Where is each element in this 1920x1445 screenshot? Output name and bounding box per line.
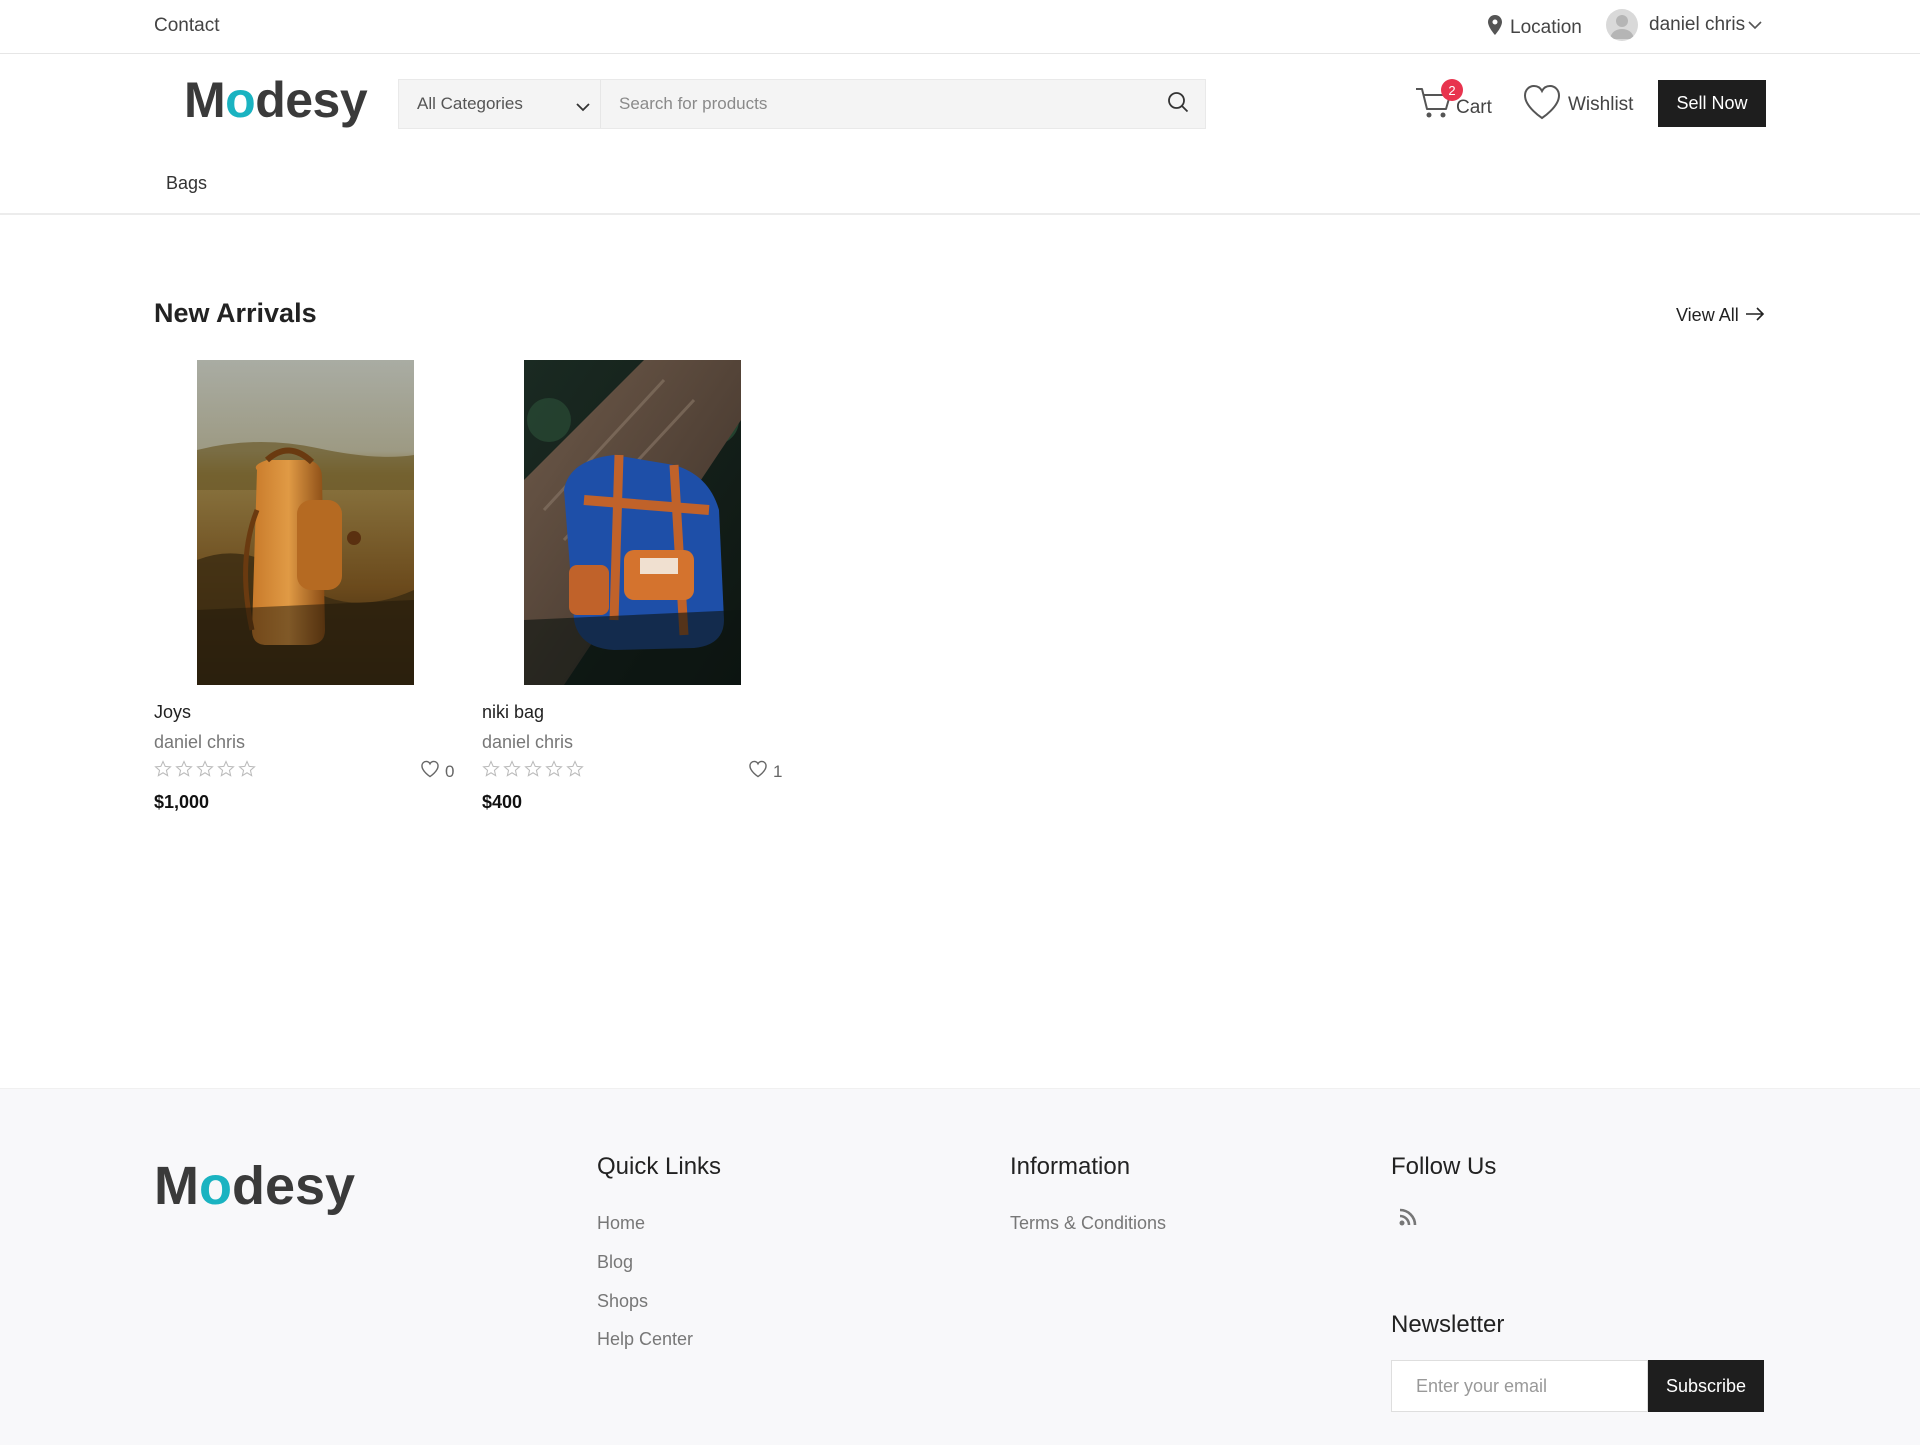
top-bar: Contact Location daniel chris [0,0,1920,54]
product-seller[interactable]: daniel chris [482,732,573,753]
view-all-label: View All [1676,305,1739,325]
rating-stars [482,760,584,783]
star-icon [524,760,542,783]
star-icon [196,760,214,783]
like-count: 1 [773,761,783,781]
newsletter-form: Subscribe [1391,1360,1764,1412]
product-price: $400 [482,792,523,812]
product-name[interactable]: Joys [154,702,191,723]
star-icon [503,760,521,783]
sell-now-button[interactable]: Sell Now [1658,80,1766,127]
product-name[interactable]: niki bag [482,702,544,723]
information-title: Information [1010,1153,1131,1180]
map-pin-icon [1488,15,1502,41]
location-label: Location [1510,17,1582,38]
contact-link[interactable]: Contact [154,15,219,37]
product-image[interactable] [524,360,741,685]
header: Modesy All Categories 2 Cart Wishlist Se… [0,55,1920,215]
category-select[interactable]: All Categories [399,80,601,128]
quick-links-title: Quick Links [597,1153,722,1180]
avatar [1606,9,1638,41]
footer-link-help-center[interactable]: Help Center [597,1329,693,1350]
star-icon [482,760,500,783]
search-bar: All Categories [398,79,1206,129]
footer-logo[interactable]: Modesy [154,1159,355,1213]
logo[interactable]: Modesy [184,75,368,125]
like-count: 0 [445,761,455,781]
arrow-right-icon [1745,305,1765,326]
footer: Modesy Quick Links Home Blog Shops Help … [0,1088,1920,1445]
like-button[interactable]: 0 [420,760,454,783]
search-input[interactable] [601,80,1151,128]
footer-link-home[interactable]: Home [597,1213,645,1234]
search-button[interactable] [1151,80,1205,128]
category-selected: All Categories [417,94,523,113]
star-icon [238,760,256,783]
star-icon [217,760,235,783]
star-icon [545,760,563,783]
like-button[interactable]: 1 [748,760,782,783]
heart-icon [1522,83,1562,127]
star-icon [566,760,584,783]
wishlist-link[interactable]: Wishlist [1522,83,1633,127]
subscribe-button[interactable]: Subscribe [1648,1360,1764,1412]
user-menu[interactable]: daniel chris [1606,9,1762,41]
cart-count-badge: 2 [1441,79,1463,101]
footer-link-shops[interactable]: Shops [597,1291,648,1312]
cart-link[interactable]: 2 Cart [1414,79,1492,127]
follow-us-title: Follow Us [1391,1153,1497,1180]
heart-icon [420,760,440,783]
product-seller[interactable]: daniel chris [154,732,245,753]
cart-label: Cart [1456,97,1492,118]
email-field[interactable] [1391,1360,1648,1412]
nav-item-bags[interactable]: Bags [166,173,207,194]
star-icon [175,760,193,783]
product-image[interactable] [197,360,414,685]
newsletter-title: Newsletter [1391,1311,1505,1338]
chevron-down-icon [1748,14,1762,36]
footer-link-blog[interactable]: Blog [597,1252,633,1273]
rating-stars [154,760,256,783]
footer-link-terms[interactable]: Terms & Conditions [1010,1213,1166,1234]
star-icon [154,760,172,783]
user-name: daniel chris [1649,14,1746,35]
rss-icon[interactable] [1398,1207,1418,1232]
product-price: $1,000 [154,792,210,812]
view-all-link[interactable]: View All [1676,305,1765,326]
wishlist-label: Wishlist [1568,94,1634,115]
location-link[interactable]: Location [1488,15,1582,41]
search-icon [1167,91,1189,118]
section-title: New Arrivals [154,298,317,328]
chevron-down-icon [576,97,590,117]
heart-icon [748,760,768,783]
